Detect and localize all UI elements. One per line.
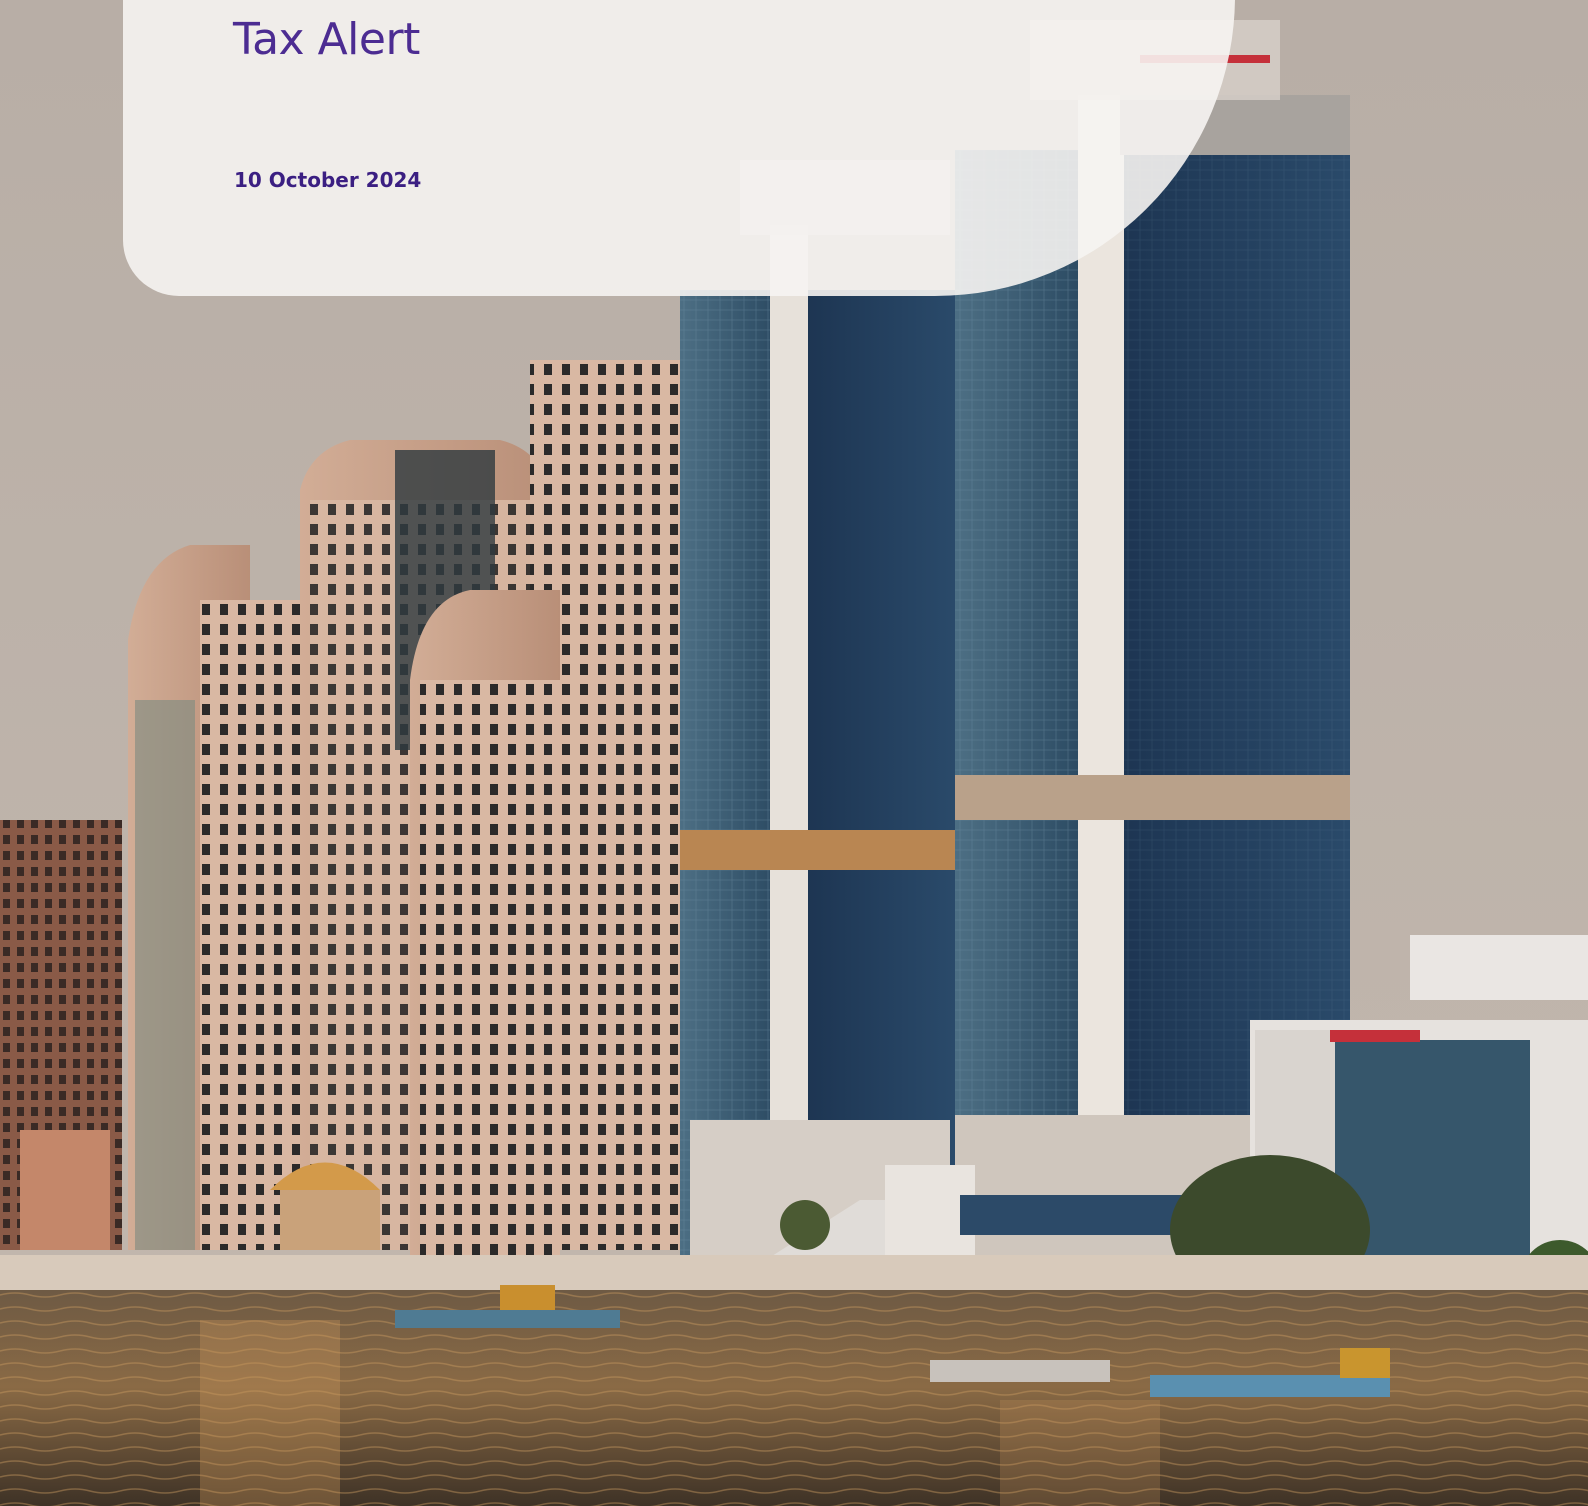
document-date: 10 October 2024 [234,168,422,192]
document-title: Tax Alert [233,14,420,65]
